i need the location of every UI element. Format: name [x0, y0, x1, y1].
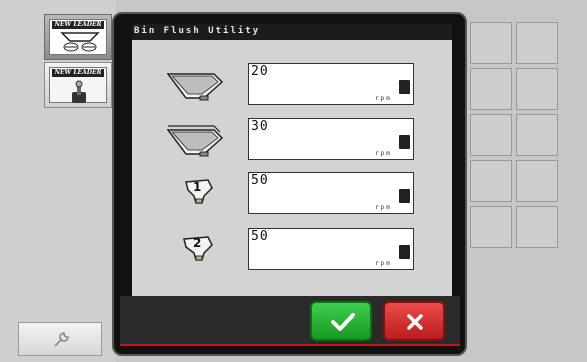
settings-wrench-button[interactable]	[18, 322, 102, 356]
empty-slot	[516, 206, 558, 248]
calculator-icon[interactable]	[399, 189, 410, 203]
bin-speed-value: 50	[251, 229, 269, 244]
bin-number-label: 1	[193, 180, 202, 194]
spinner-switch-button[interactable]: NEW LEADER	[44, 62, 112, 108]
confirm-button[interactable]	[310, 301, 372, 341]
empty-slot	[470, 22, 512, 64]
bin-speed-value: 20	[251, 64, 269, 79]
window-title: Bin Flush Utility	[134, 26, 261, 36]
cancel-button[interactable]	[383, 301, 445, 341]
unit-label: rpm	[375, 260, 392, 267]
unit-label: rpm	[375, 150, 392, 157]
accent-line	[120, 344, 460, 346]
empty-slot	[516, 160, 558, 202]
empty-slot	[470, 68, 512, 110]
empty-slot	[516, 22, 558, 64]
main-bin-icon	[166, 73, 224, 101]
calculator-icon[interactable]	[399, 80, 410, 94]
toggle-switch-icon	[72, 80, 86, 103]
calculator-icon[interactable]	[399, 135, 410, 149]
empty-slot	[516, 114, 558, 156]
empty-slot	[470, 160, 512, 202]
spinner-control-button[interactable]: NEW LEADER	[44, 14, 112, 60]
new-leader-logo: NEW LEADER	[52, 21, 104, 29]
empty-slot	[470, 206, 512, 248]
bin-speed-value: 30	[251, 119, 269, 134]
bin-number-label: 2	[193, 236, 202, 250]
new-leader-logo: NEW LEADER	[52, 69, 104, 77]
check-icon	[331, 313, 355, 331]
bin-speed-value: 50	[251, 173, 269, 188]
unit-label: rpm	[375, 95, 392, 102]
close-icon	[407, 314, 423, 330]
wrench-icon	[54, 332, 69, 347]
double-bin-icon	[166, 125, 224, 157]
empty-slot	[516, 68, 558, 110]
unit-label: rpm	[375, 204, 392, 211]
empty-slot	[470, 114, 512, 156]
spinner-bin-icon	[60, 32, 100, 52]
calculator-icon[interactable]	[399, 245, 410, 259]
